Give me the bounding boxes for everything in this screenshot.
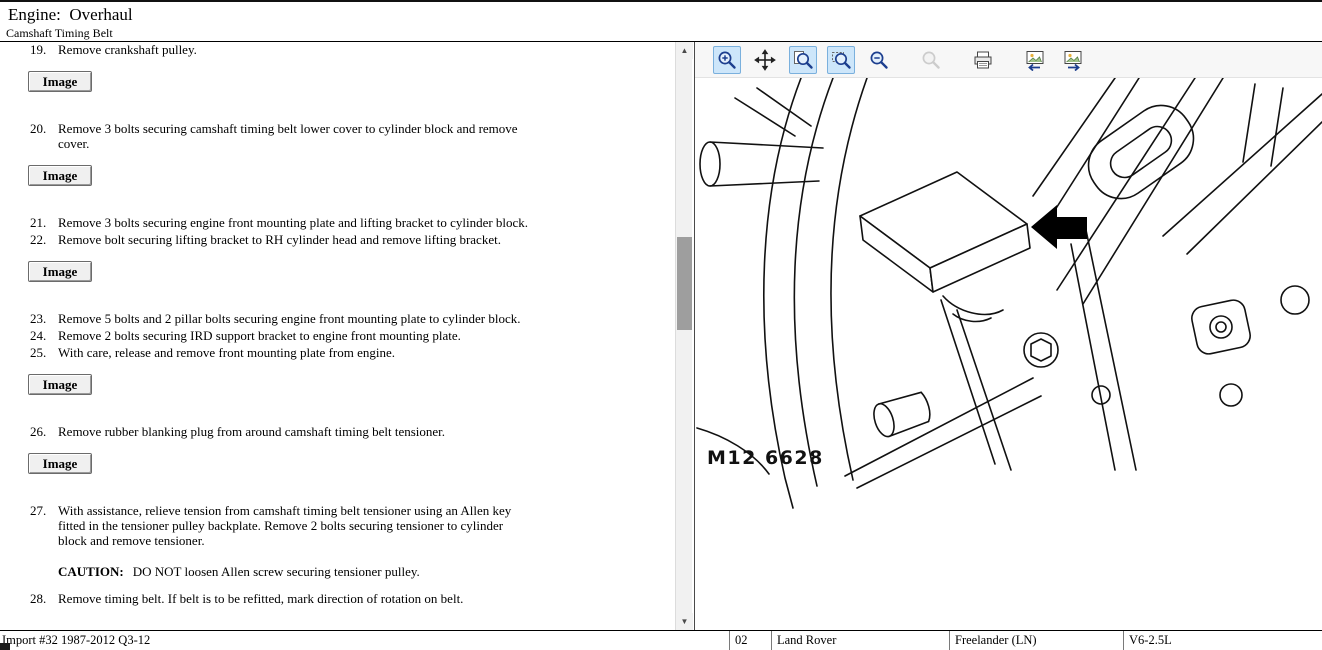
step-number: 24. xyxy=(30,328,54,343)
previous-figure-icon xyxy=(1023,49,1047,71)
scrollbar-thumb[interactable] xyxy=(677,237,692,330)
zoom-in-icon xyxy=(716,49,738,71)
zoom-area-button[interactable] xyxy=(827,46,855,74)
step-number: 25. xyxy=(30,345,54,360)
step-item: 23. Remove 5 bolts and 2 pillar bolts se… xyxy=(0,311,675,326)
step-item: 20. Remove 3 bolts securing camshaft tim… xyxy=(0,121,675,151)
zoom-fit-icon xyxy=(920,49,942,71)
next-figure-icon xyxy=(1061,49,1085,71)
status-code: 02 xyxy=(729,631,771,650)
page-title: Engine: Overhaul xyxy=(0,2,1322,25)
step-number: 27. xyxy=(30,503,54,548)
print-icon xyxy=(972,49,994,71)
caution-label: CAUTION: xyxy=(58,564,124,579)
status-import: Import #32 1987-2012 Q3-12 xyxy=(0,631,729,650)
step-item: 22. Remove bolt securing lifting bracket… xyxy=(0,232,675,247)
step-text: Remove timing belt. If belt is to be ref… xyxy=(58,591,530,606)
figure-label: M12 6628 xyxy=(707,447,824,469)
step-item: 27. With assistance, relieve tension fro… xyxy=(0,503,675,548)
step-item: 28. Remove timing belt. If belt is to be… xyxy=(0,591,675,606)
zoom-dynamic-button[interactable] xyxy=(789,46,817,74)
step-number: 23. xyxy=(30,311,54,326)
vertical-scrollbar[interactable]: ▲ ▼ xyxy=(675,42,692,630)
step-item: 19. Remove crankshaft pulley. xyxy=(0,42,675,57)
zoom-in-button[interactable] xyxy=(713,46,741,74)
corner-artifact xyxy=(0,643,10,650)
zoom-fit-button xyxy=(917,46,945,74)
print-button[interactable] xyxy=(969,46,997,74)
step-text: Remove 2 bolts securing IRD support brac… xyxy=(58,328,530,343)
zoom-out-button[interactable] xyxy=(865,46,893,74)
step-text: Remove crankshaft pulley. xyxy=(58,42,530,57)
step-number: 21. xyxy=(30,215,54,230)
step-text: Remove 5 bolts and 2 pillar bolts securi… xyxy=(58,311,530,326)
scroll-up-button[interactable]: ▲ xyxy=(676,42,693,59)
step-number: 26. xyxy=(30,424,54,439)
procedure-panel: 19. Remove crankshaft pulley. Image 20. … xyxy=(0,42,692,630)
page-header: Engine: Overhaul Camshaft Timing Belt xyxy=(0,0,1322,42)
step-item: 24. Remove 2 bolts securing IRD support … xyxy=(0,328,675,343)
figure-area[interactable]: M12 6628 xyxy=(695,78,1322,630)
zoom-area-icon xyxy=(830,49,852,71)
pan-icon xyxy=(754,49,776,71)
image-button[interactable]: Image xyxy=(28,374,92,395)
step-number: 20. xyxy=(30,121,54,151)
step-text: Remove rubber blanking plug from around … xyxy=(58,424,530,439)
step-text: Remove 3 bolts securing camshaft timing … xyxy=(58,121,530,151)
step-item: 21. Remove 3 bolts securing engine front… xyxy=(0,215,675,230)
status-bar: Import #32 1987-2012 Q3-12 02 Land Rover… xyxy=(0,630,1322,650)
status-make: Land Rover xyxy=(771,631,949,650)
caution-text: DO NOT loosen Allen screw securing tensi… xyxy=(133,564,420,579)
status-engine: V6-2.5L xyxy=(1123,631,1322,650)
image-button[interactable]: Image xyxy=(28,165,92,186)
image-toolbar xyxy=(695,42,1322,78)
step-number: 19. xyxy=(30,42,54,57)
step-number: 22. xyxy=(30,232,54,247)
illustration-panel: M12 6628 xyxy=(694,42,1322,630)
scroll-down-button[interactable]: ▼ xyxy=(676,613,693,630)
procedure-content: 19. Remove crankshaft pulley. Image 20. … xyxy=(0,42,675,630)
step-item: 26. Remove rubber blanking plug from aro… xyxy=(0,424,675,439)
next-figure-button[interactable] xyxy=(1059,46,1087,74)
image-button[interactable]: Image xyxy=(28,71,92,92)
pan-button[interactable] xyxy=(751,46,779,74)
previous-figure-button[interactable] xyxy=(1021,46,1049,74)
step-text: Remove 3 bolts securing engine front mou… xyxy=(58,215,530,230)
step-item: 25. With care, release and remove front … xyxy=(0,345,675,360)
caution-note: CAUTION: DO NOT loosen Allen screw securi… xyxy=(58,564,675,579)
step-number: 28. xyxy=(30,591,54,606)
page-subtitle: Camshaft Timing Belt xyxy=(0,25,1322,41)
status-model: Freelander (LN) xyxy=(949,631,1123,650)
zoom-dynamic-icon xyxy=(792,49,814,71)
step-text: With care, release and remove front moun… xyxy=(58,345,530,360)
image-button[interactable]: Image xyxy=(28,261,92,282)
technical-illustration: M12 6628 xyxy=(695,78,1322,630)
step-text: Remove bolt securing lifting bracket to … xyxy=(58,232,530,247)
image-button[interactable]: Image xyxy=(28,453,92,474)
zoom-out-icon xyxy=(868,49,890,71)
step-text: With assistance, relieve tension from ca… xyxy=(58,503,530,548)
